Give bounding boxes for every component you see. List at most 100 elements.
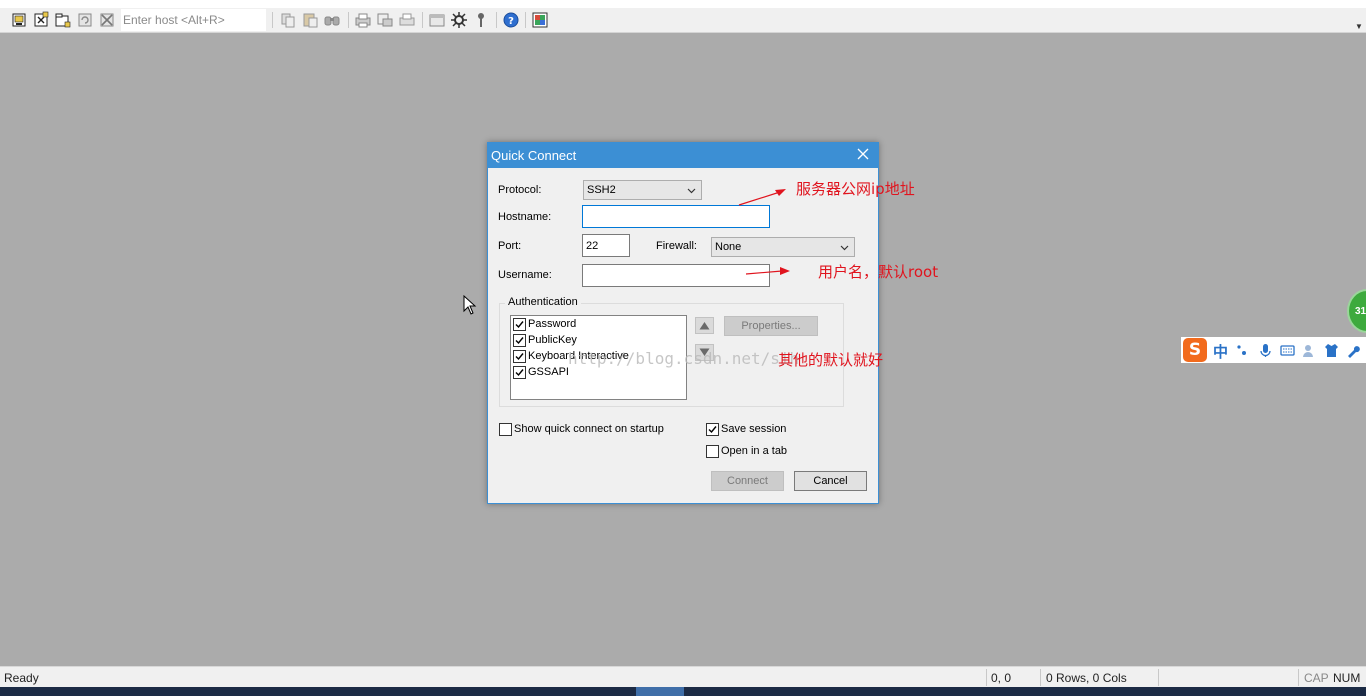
print-icon[interactable] <box>354 11 372 29</box>
checkbox[interactable] <box>513 350 526 363</box>
keymap-icon[interactable] <box>472 11 490 29</box>
dialog-title: Quick Connect <box>491 148 577 163</box>
protocol-select[interactable]: SSH2 <box>583 180 702 200</box>
quick-connect-icon[interactable] <box>32 11 50 29</box>
firewall-label: Firewall: <box>656 240 697 252</box>
print-screen-icon[interactable] <box>398 11 416 29</box>
ime-mode-toggle[interactable]: 中 <box>1213 341 1228 362</box>
floating-ball-badge: 31 <box>1355 306 1366 317</box>
auth-item-publickey[interactable]: PublicKey <box>513 334 577 348</box>
keyboard-icon[interactable] <box>1280 343 1295 358</box>
toolbar-separator <box>422 12 423 28</box>
open-in-tab-label: Open in a tab <box>721 445 788 457</box>
checkmark-icon <box>515 353 524 361</box>
num-lock-indicator: NUM <box>1333 671 1361 685</box>
checkbox[interactable] <box>513 366 526 379</box>
print-setup-icon[interactable] <box>376 11 394 29</box>
auth-item-label: Password <box>528 318 577 330</box>
username-annotation: 用户名，默认root <box>818 263 939 281</box>
checkmark-icon <box>515 369 524 377</box>
microphone-icon[interactable] <box>1258 343 1273 358</box>
firewall-value: None <box>715 241 742 253</box>
scroll-down-arrow[interactable]: ▼ <box>1354 22 1364 40</box>
chevron-down-icon <box>840 245 849 251</box>
session-options-icon[interactable] <box>428 11 446 29</box>
checkbox[interactable] <box>706 445 719 458</box>
ime-toolbar: S 中 <box>1181 337 1366 363</box>
skin-shirt-icon[interactable] <box>1324 343 1339 358</box>
firewall-select[interactable]: None <box>711 237 855 257</box>
copy-icon[interactable] <box>279 11 297 29</box>
close-icon[interactable] <box>856 147 870 161</box>
checkbox[interactable] <box>513 318 526 331</box>
hostname-input[interactable] <box>582 205 770 228</box>
toolbar-separator <box>525 12 526 28</box>
auth-item-password[interactable]: Password <box>513 318 576 332</box>
auth-item-keyboard-interactive[interactable]: Keyboard Interactive <box>513 350 629 364</box>
status-divider <box>1040 669 1041 686</box>
paste-icon[interactable] <box>301 11 319 29</box>
svg-text:?: ? <box>508 16 514 27</box>
floating-ball[interactable]: 31 <box>1347 289 1366 333</box>
reconnect-icon[interactable] <box>76 11 94 29</box>
toolbar-separator <box>272 12 273 28</box>
move-up-button[interactable] <box>695 317 714 334</box>
connect-button[interactable]: Connect <box>711 471 784 491</box>
authentication-group-label: Authentication <box>505 296 581 308</box>
hostname-annotation: 服务器公网ip地址 <box>796 180 915 198</box>
sogou-logo-icon[interactable]: S <box>1183 338 1207 362</box>
save-session-checkbox[interactable]: Save session <box>706 423 816 437</box>
auth-item-gssapi[interactable]: GSSAPI <box>513 366 569 380</box>
terminal-size: 0 Rows, 0 Cols <box>1046 671 1127 685</box>
checkbox[interactable] <box>499 423 512 436</box>
checkmark-icon <box>515 337 524 345</box>
taskbar-active-app[interactable] <box>636 687 684 696</box>
global-options-icon[interactable] <box>450 11 468 29</box>
status-bar: Ready 0, 0 0 Rows, 0 Cols CAP NUM <box>0 666 1366 687</box>
properties-button[interactable]: Properties... <box>724 316 818 336</box>
connect-icon[interactable] <box>10 11 28 29</box>
port-input[interactable] <box>582 234 630 257</box>
username-input[interactable] <box>582 264 770 287</box>
cursor-position: 0, 0 <box>991 671 1012 685</box>
toolbar: ? ▼ <box>0 8 1366 33</box>
show-on-startup-label: Show quick connect on startup <box>514 423 664 435</box>
toolbar-separator <box>496 12 497 28</box>
disconnect-icon[interactable] <box>98 11 116 29</box>
protocol-value: SSH2 <box>587 184 616 196</box>
sftp-icon[interactable] <box>531 11 549 29</box>
windows-taskbar <box>0 687 1366 696</box>
wrench-icon[interactable] <box>1346 343 1361 358</box>
dialog-title-bar: Quick Connect <box>488 143 878 168</box>
others-annotation: 其他的默认就好 <box>778 351 884 369</box>
punctuation-icon[interactable] <box>1235 343 1250 358</box>
mouse-cursor-icon <box>463 295 477 315</box>
status-divider <box>1298 669 1299 686</box>
caps-lock-indicator: CAP <box>1304 671 1329 685</box>
open-in-tab-checkbox[interactable]: Open in a tab <box>706 445 816 459</box>
top-menu-strip <box>0 0 1366 8</box>
user-icon[interactable] <box>1302 343 1317 358</box>
watermark-text: http://blog.csdn.net/sih <box>568 349 800 368</box>
save-session-label: Save session <box>721 423 787 435</box>
arrow-up-icon <box>699 322 710 330</box>
help-icon[interactable]: ? <box>502 11 520 29</box>
chevron-down-icon <box>687 188 696 194</box>
status-text: Ready <box>4 671 39 685</box>
username-label: Username: <box>498 269 552 281</box>
enter-host-input[interactable] <box>121 9 266 31</box>
port-label: Port: <box>498 240 522 252</box>
checkmark-icon <box>708 426 717 434</box>
show-on-startup-checkbox[interactable]: Show quick connect on startup <box>499 423 689 437</box>
checkbox[interactable] <box>513 334 526 347</box>
auth-item-label: GSSAPI <box>528 366 569 378</box>
toolbar-separator <box>348 12 349 28</box>
connect-in-tab-icon[interactable] <box>54 11 72 29</box>
checkmark-icon <box>515 321 524 329</box>
find-icon[interactable] <box>323 11 341 29</box>
cancel-button[interactable]: Cancel <box>794 471 867 491</box>
checkbox[interactable] <box>706 423 719 436</box>
auth-item-label: PublicKey <box>528 334 577 346</box>
protocol-label: Protocol: <box>498 184 542 196</box>
status-divider <box>1158 669 1159 686</box>
